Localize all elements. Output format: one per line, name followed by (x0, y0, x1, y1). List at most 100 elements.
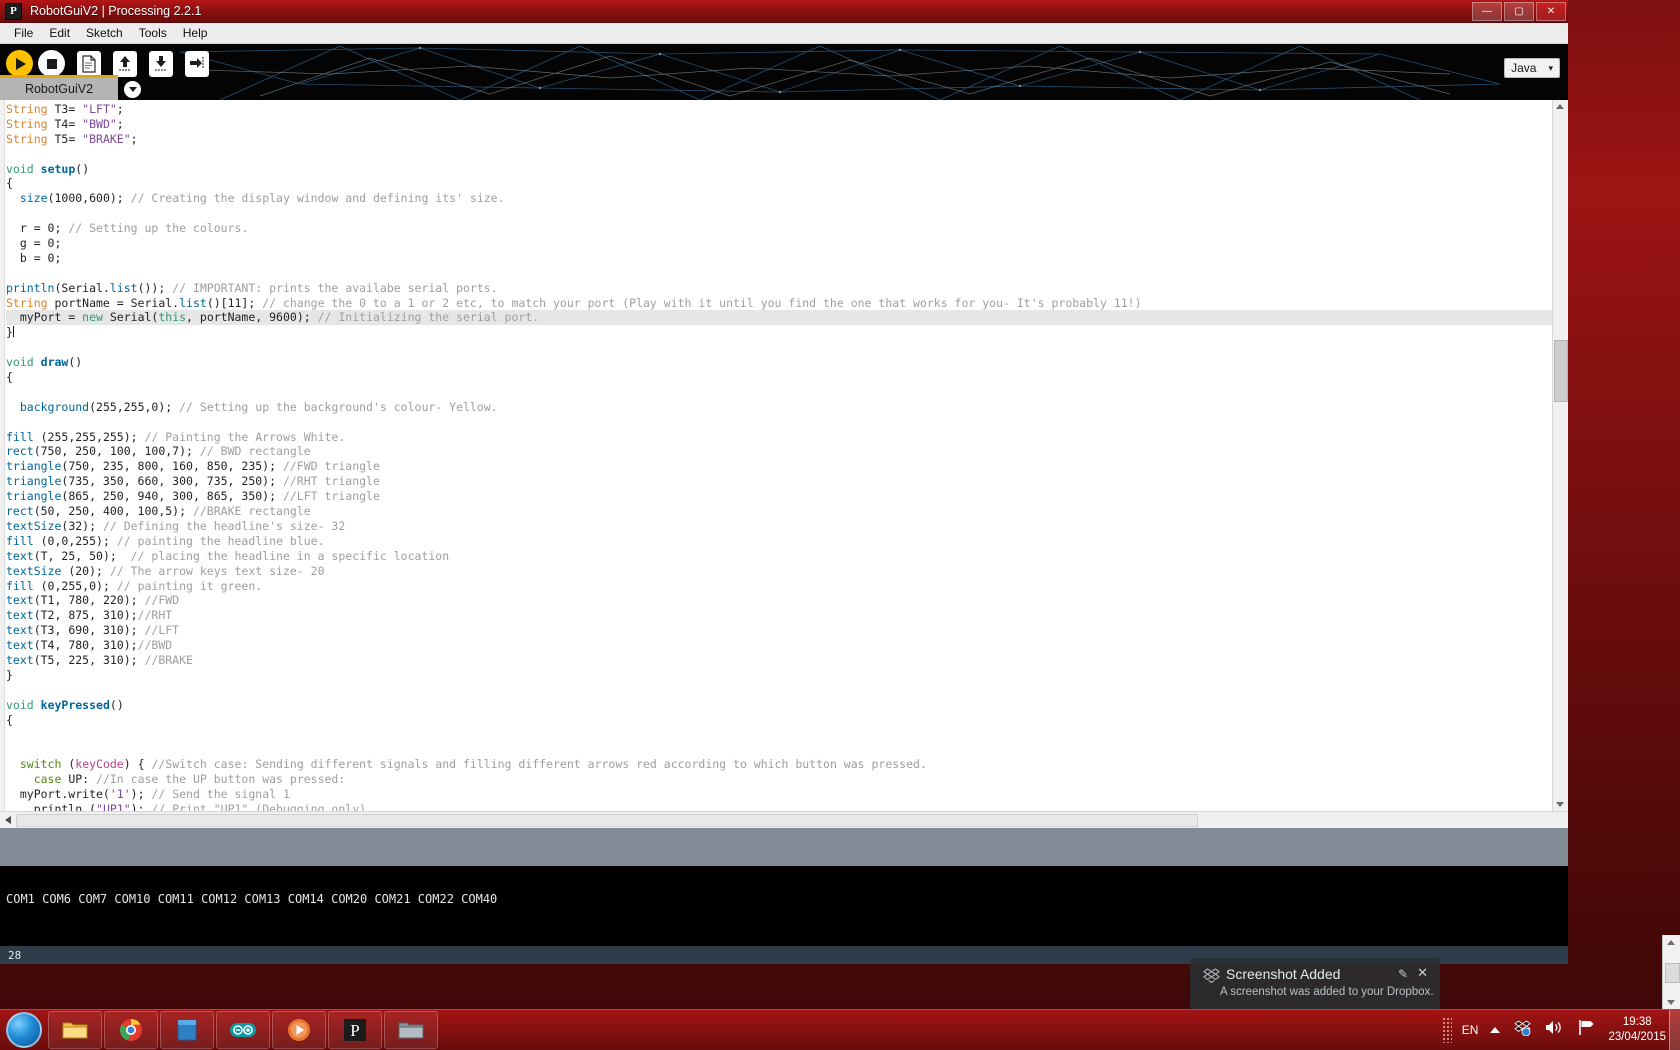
code-line: b = 0; (6, 251, 1552, 266)
chevron-down-icon: ▾ (1548, 62, 1553, 73)
desktop-scroll-thumb[interactable] (1665, 963, 1680, 983)
code-token: "LFT" (82, 102, 117, 116)
horizontal-scroll-thumb[interactable] (16, 814, 1198, 827)
code-token: void (6, 355, 34, 370)
taskbar-item-folder[interactable] (384, 1011, 438, 1049)
code-token: UP: (61, 772, 97, 787)
code-line: triangle(750, 235, 800, 160, 850, 235); … (6, 459, 1552, 474)
open-button[interactable] (113, 50, 137, 77)
menu-help[interactable]: Help (175, 24, 216, 42)
scroll-down-icon[interactable] (1667, 1000, 1675, 1005)
code-token: () (75, 161, 90, 176)
chevron-down-icon (128, 87, 137, 92)
code-token: keyCode (75, 757, 124, 772)
code-line: } (6, 668, 1552, 683)
code-token: '1' (109, 786, 131, 801)
code-token: ; (116, 116, 124, 131)
code-token: ) { (123, 757, 152, 772)
code-token: { (6, 370, 13, 385)
minimize-button[interactable]: — (1472, 2, 1502, 21)
dropbox-tray-icon[interactable] (1514, 1019, 1532, 1041)
code-line: void draw() (6, 355, 1552, 370)
taskbar-item-media-player[interactable] (272, 1011, 326, 1049)
code-token: String (6, 131, 48, 146)
toolbar-artwork (0, 44, 1568, 100)
code-token: ); (130, 786, 152, 801)
mode-selector[interactable]: Java ▾ (1504, 58, 1560, 78)
editor-horizontal-scrollbar[interactable] (0, 811, 1568, 828)
code-line: text(T2, 875, 310);//RHT (6, 608, 1552, 623)
taskbar-item-processing[interactable]: P (328, 1011, 382, 1049)
code-line: fill (0,255,0); // painting it green. (6, 579, 1552, 594)
desktop-scrollbar[interactable] (1662, 935, 1680, 1010)
code-line: size(1000,600); // Creating the display … (6, 191, 1552, 206)
code-token: T3= (47, 102, 83, 116)
export-button[interactable] (185, 50, 209, 77)
code-token: T4= (47, 116, 83, 131)
menu-tools[interactable]: Tools (131, 24, 175, 42)
close-button[interactable]: ✕ (1536, 2, 1566, 21)
menu-sketch[interactable]: Sketch (78, 24, 131, 42)
menu-edit[interactable]: Edit (41, 24, 78, 42)
editor-vertical-scrollbar[interactable] (1552, 100, 1568, 811)
code-token: (865, 250, 940, 300, 865, 350); (61, 489, 283, 504)
code-line: myPort.write('1'); // Send the signal 1 (6, 787, 1552, 802)
new-button[interactable] (77, 50, 101, 77)
code-token: // Print "UP1" (Debugging only) (151, 801, 367, 811)
code-token: // BWD rectangle (199, 444, 311, 459)
maximize-button[interactable]: ▢ (1504, 2, 1534, 21)
code-token: text (6, 623, 34, 638)
code-token: } (6, 667, 13, 682)
show-desktop-button[interactable] (1669, 1010, 1680, 1050)
code-line: triangle(735, 350, 660, 300, 735, 250); … (6, 474, 1552, 489)
run-button[interactable] (6, 50, 33, 77)
tab-menu-button[interactable] (124, 81, 141, 98)
code-editor[interactable]: String T3= "LFT"; String T4= "BWD"; String… (0, 100, 1568, 811)
action-center-icon[interactable] (1577, 1019, 1595, 1041)
pin-icon[interactable]: ✎ (1398, 967, 1408, 981)
code-token: setup (40, 161, 76, 176)
taskbar: P EN 19:38 23/04/2015 (0, 1009, 1680, 1050)
toolbar: Java ▾ RobotGuiV2 (0, 44, 1568, 100)
code-token: , portName, 9600); (186, 310, 318, 325)
close-icon[interactable]: ✕ (1417, 965, 1428, 981)
taskbar-item-arduino[interactable] (216, 1011, 270, 1049)
taskbar-item-notepad[interactable] (160, 1011, 214, 1049)
scroll-down-icon[interactable] (1556, 802, 1564, 807)
code-token: new (82, 310, 103, 325)
code-token: g = 0; (6, 236, 62, 251)
stop-button[interactable] (38, 50, 65, 77)
scroll-up-icon[interactable] (1667, 940, 1675, 945)
code-line: case UP: //In case the UP button was pre… (6, 772, 1552, 787)
sketch-tab-robotguiv2[interactable]: RobotGuiV2 (0, 75, 118, 100)
start-button[interactable] (2, 1011, 46, 1049)
vertical-scroll-thumb[interactable] (1554, 340, 1568, 402)
code-token: // The arrow keys text size- 20 (109, 563, 325, 578)
console-output[interactable]: COM1 COM6 COM7 COM10 COM11 COM12 COM13 C… (0, 866, 1568, 946)
line-number-indicator: 28 (8, 948, 22, 962)
volume-icon[interactable] (1544, 1019, 1564, 1041)
taskbar-item-chrome[interactable] (104, 1011, 158, 1049)
clock[interactable]: 19:38 23/04/2015 (1608, 1015, 1666, 1045)
dropbox-notification[interactable]: Screenshot Added A screenshot was added … (1190, 958, 1440, 1010)
code-token: keyPressed (40, 697, 110, 712)
code-token: triangle (6, 474, 62, 489)
menu-file[interactable]: File (6, 24, 41, 42)
taskbar-item-explorer[interactable] (48, 1011, 102, 1049)
show-hidden-icons-button[interactable] (1490, 1027, 1501, 1033)
tray-language[interactable]: EN (1462, 1023, 1479, 1037)
toolbar-buttons (6, 50, 209, 77)
code-line: } (6, 325, 1552, 340)
export-arrow-right-icon (190, 56, 204, 68)
code-token: (735, 350, 660, 300, 735, 250); (61, 474, 283, 489)
scroll-left-icon[interactable] (5, 816, 11, 824)
save-button[interactable] (149, 50, 173, 77)
text-cursor (12, 326, 14, 338)
window-title: RobotGuiV2 | Processing 2.2.1 (30, 4, 202, 18)
code-token: //In case the UP button was pressed: (96, 772, 346, 787)
scroll-up-icon[interactable] (1556, 104, 1564, 109)
